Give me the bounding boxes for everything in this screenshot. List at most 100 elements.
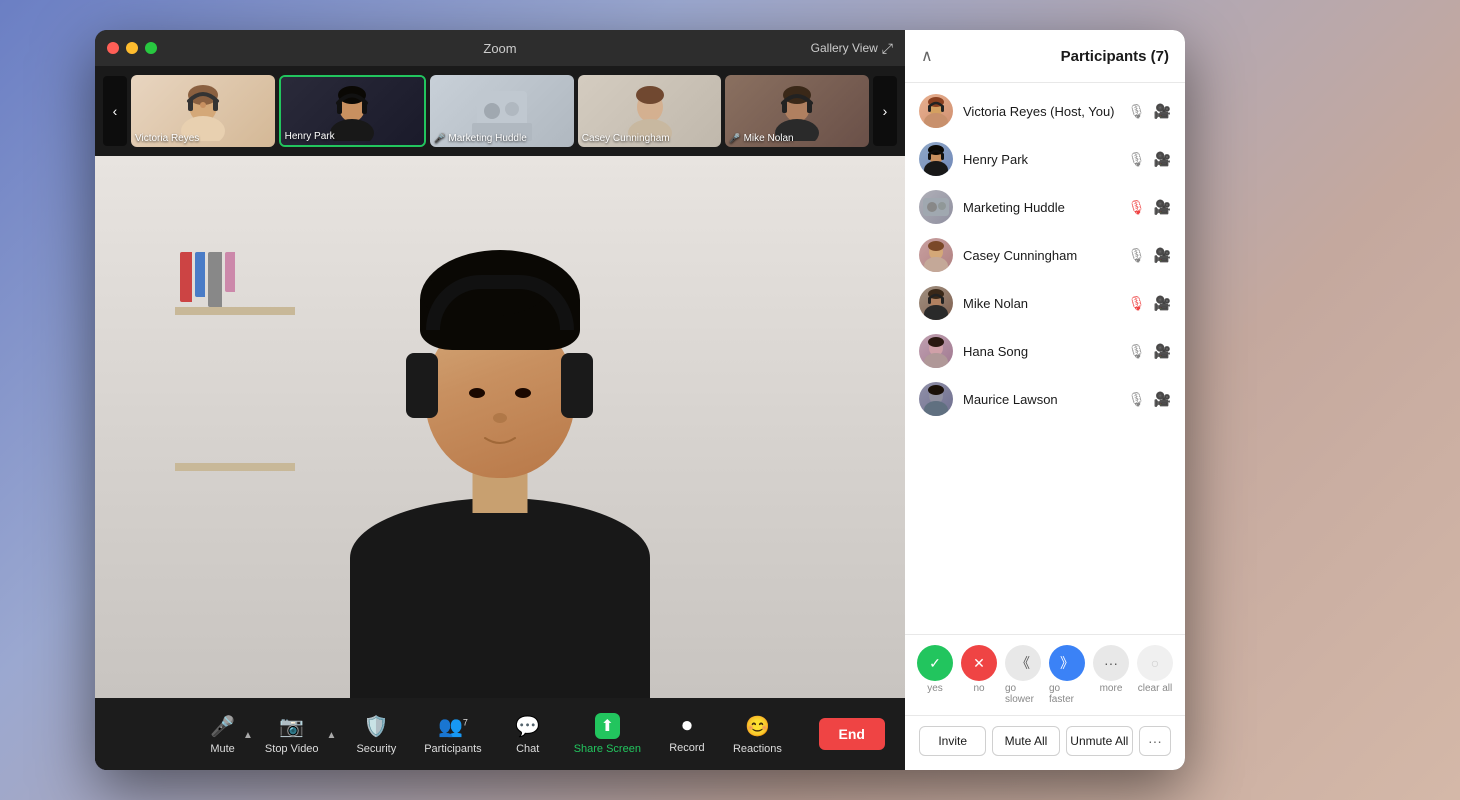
reaction-clear[interactable]: ○ clear all (1137, 645, 1173, 705)
thumbnail-nolan[interactable]: 🎤 Mike Nolan (725, 75, 869, 147)
mic-ctrl-casey: 🎙 (1128, 247, 1146, 264)
main-video (95, 156, 905, 698)
chat-label: Chat (516, 743, 539, 755)
panel-collapse-button[interactable]: ∧ (921, 46, 933, 66)
maximize-button[interactable] (145, 42, 157, 54)
reaction-no-icon: ✕ (961, 645, 997, 681)
participant-name-maurice: Maurice Lawson (963, 392, 1118, 407)
security-icon: 🛡️ (364, 714, 389, 739)
share-screen-button[interactable]: ⬆ Share Screen (560, 713, 655, 755)
mic-icon: 🎤 (210, 714, 235, 739)
thumbnail-marketing[interactable]: 🎤 Marketing Huddle (430, 75, 574, 147)
reactions-button[interactable]: 😊 Reactions (719, 714, 796, 755)
cam-ctrl-hana: 🎥 (1154, 343, 1171, 360)
thumbnail-casey[interactable]: Casey Cunningham (578, 75, 722, 147)
participant-item-victoria[interactable]: Victoria Reyes (Host, You) 🎙 🎥 (905, 87, 1185, 135)
thumbnail-henry[interactable]: Henry Park (279, 75, 427, 147)
reaction-more[interactable]: ··· more (1093, 645, 1129, 705)
participant-item-casey[interactable]: Casey Cunningham 🎙 🎥 (905, 231, 1185, 279)
reactions-label: Reactions (733, 743, 782, 755)
thumb-muted-icon-marketing: 🎤 (434, 133, 445, 144)
reaction-slower-icon: 《 (1005, 645, 1041, 681)
record-button[interactable]: ⏺ Record (655, 715, 719, 754)
panel-actions: Invite Mute All Unmute All ··· (905, 715, 1185, 770)
mic-ctrl-maurice: 🎙 (1128, 391, 1146, 408)
record-label: Record (669, 742, 704, 754)
chat-button[interactable]: 💬 Chat (496, 714, 560, 755)
cam-ctrl-casey: 🎥 (1154, 247, 1171, 264)
reactions-icon: 😊 (745, 714, 770, 739)
thumb-label-nolan: Mike Nolan (744, 133, 794, 144)
participant-item-nolan[interactable]: Mike Nolan 🎙 🎥 (905, 279, 1185, 327)
participant-controls-nolan: 🎙 🎥 (1128, 295, 1171, 312)
mute-label: Mute (210, 743, 234, 755)
reaction-clear-label: clear all (1138, 683, 1172, 694)
strip-nav-left[interactable]: ‹ (103, 76, 127, 146)
reaction-clear-icon: ○ (1137, 645, 1173, 681)
thumbnail-victoria[interactable]: Victoria Reyes (131, 75, 275, 147)
security-label: Security (356, 743, 396, 755)
thumb-label-casey: Casey Cunningham (582, 133, 670, 144)
minimize-button[interactable] (126, 42, 138, 54)
mute-caret[interactable]: ▲ (241, 730, 259, 739)
unmute-all-button[interactable]: Unmute All (1066, 726, 1133, 756)
participant-name-victoria: Victoria Reyes (Host, You) (963, 104, 1118, 119)
reaction-slower-label: go slower (1005, 683, 1041, 705)
cam-ctrl-marketing: 🎥 (1154, 199, 1171, 216)
avatar-victoria (919, 94, 953, 128)
main-content: ‹ (95, 66, 905, 770)
reaction-yes-label: yes (927, 683, 943, 694)
video-caret[interactable]: ▲ (325, 730, 343, 739)
reaction-no[interactable]: ✕ no (961, 645, 997, 705)
mute-button[interactable]: 🎤 Mute (204, 714, 241, 755)
thumbnail-strip: ‹ (95, 66, 905, 156)
participant-controls-victoria: 🎙 🎥 (1128, 103, 1171, 120)
security-button[interactable]: 🛡️ Security (342, 714, 410, 755)
share-screen-label: Share Screen (574, 743, 641, 755)
caret-up-icon: ▲ (243, 730, 253, 741)
thumb-label-henry: Henry Park (285, 131, 335, 142)
chat-icon: 💬 (515, 714, 540, 739)
cam-ctrl-nolan: 🎥 (1154, 295, 1171, 312)
stop-video-button[interactable]: 📷 Stop Video (259, 714, 325, 755)
panel-header: ∧ Participants (7) (905, 30, 1185, 83)
participant-item-maurice[interactable]: Maurice Lawson 🎙 🎥 (905, 375, 1185, 423)
reaction-more-icon: ··· (1093, 645, 1129, 681)
participants-button[interactable]: 👥7 Participants (410, 714, 495, 755)
participant-name-hana: Hana Song (963, 344, 1118, 359)
mic-ctrl-marketing: 🎙 (1128, 199, 1146, 216)
video-caret-icon: ▲ (327, 730, 337, 741)
avatar-casey (919, 238, 953, 272)
mic-ctrl-victoria: 🎙 (1128, 103, 1146, 120)
reaction-yes-icon: ✓ (917, 645, 953, 681)
participant-item-hana[interactable]: Hana Song 🎙 🎥 (905, 327, 1185, 375)
participants-count: 7 (463, 717, 468, 727)
reaction-slower[interactable]: 《 go slower (1005, 645, 1041, 705)
strip-nav-right[interactable]: › (873, 76, 897, 146)
more-actions-button[interactable]: ··· (1139, 726, 1171, 756)
gallery-view-label: Gallery View (811, 41, 878, 55)
reaction-no-label: no (973, 683, 984, 694)
gallery-view-button[interactable]: Gallery View ⤢ (811, 40, 893, 57)
participant-controls-henry: 🎙 🎥 (1128, 151, 1171, 168)
reaction-faster[interactable]: 》 go faster (1049, 645, 1085, 705)
mute-group: 🎤 Mute ▲ (204, 714, 259, 755)
invite-button[interactable]: Invite (919, 726, 986, 756)
participant-name-casey: Casey Cunningham (963, 248, 1118, 263)
camera-icon: 📷 (279, 714, 304, 739)
participant-name-nolan: Mike Nolan (963, 296, 1118, 311)
avatar-nolan (919, 286, 953, 320)
avatar-henry (919, 142, 953, 176)
close-button[interactable] (107, 42, 119, 54)
participant-item-marketing[interactable]: Marketing Huddle 🎙 🎥 (905, 183, 1185, 231)
participant-name-henry: Henry Park (963, 152, 1118, 167)
record-icon: ⏺ (682, 715, 692, 738)
end-button[interactable]: End (819, 718, 885, 750)
reaction-yes[interactable]: ✓ yes (917, 645, 953, 705)
mute-all-button[interactable]: Mute All (992, 726, 1059, 756)
participant-item-henry[interactable]: Henry Park 🎙 🎥 (905, 135, 1185, 183)
toolbar: 🎤 Mute ▲ 📷 Stop Video (95, 698, 905, 770)
participants-icon: 👥7 (438, 714, 468, 739)
app-window: Zoom Gallery View ⤢ ‹ (95, 30, 1185, 770)
cam-ctrl-maurice: 🎥 (1154, 391, 1171, 408)
